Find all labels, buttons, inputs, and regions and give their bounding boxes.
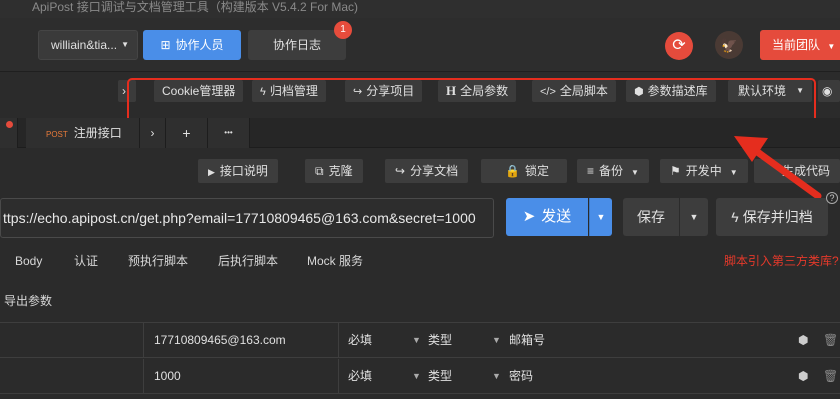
- send-label: 发送: [541, 208, 572, 225]
- params-table: 17710809465@163.com 必填 ▼ 类型 ▼ 邮箱号 ⬢ 🗑 10…: [0, 322, 840, 399]
- type-select[interactable]: 类型: [428, 359, 452, 394]
- save-and-archive-label: 保存并归档: [742, 209, 813, 225]
- action-row: ▶ 接口说明 ⧉ 克隆 ↪ 分享文档 🔒 锁定 ≡ 备份 ▼ ⚑ 开发中 ▼ 生成代码: [0, 156, 840, 186]
- eye-icon[interactable]: ◉: [818, 80, 840, 102]
- save-dropdown-button[interactable]: ▼: [680, 198, 708, 236]
- send-icon: ➤: [522, 208, 536, 225]
- divider: [143, 359, 144, 394]
- notification-badge: 1: [334, 21, 352, 39]
- table-row: 17710809465@163.com 必填 ▼ 类型 ▼ 邮箱号 ⬢ 🗑: [0, 323, 840, 358]
- chevron-down-icon: ▼: [492, 335, 501, 345]
- help-icon[interactable]: ?: [826, 192, 838, 204]
- avatar[interactable]: 🦅: [715, 31, 743, 59]
- lock-label: 锁定: [524, 164, 549, 178]
- sitemap-icon: ⊞: [160, 38, 171, 52]
- generate-code-button[interactable]: 生成代码: [754, 159, 840, 183]
- divider: [338, 359, 339, 394]
- lock-button[interactable]: 🔒 锁定: [481, 159, 567, 183]
- top-bar: williain&tia... ▼ ⊞ 协作人员 协作日志 1 ⟳ 🦅 当前团队 …: [0, 18, 840, 72]
- sync-icon[interactable]: ⟳: [665, 32, 693, 60]
- share-icon: ↪: [395, 164, 406, 178]
- param-description[interactable]: 邮箱号: [509, 323, 545, 358]
- required-select[interactable]: 必填: [348, 323, 372, 358]
- tab-body[interactable]: Body: [15, 248, 42, 274]
- method-badge: POST: [46, 130, 68, 139]
- cube-icon[interactable]: ⬢: [798, 323, 808, 358]
- share-doc-button[interactable]: ↪ 分享文档: [385, 159, 469, 183]
- tab-auth[interactable]: 认证: [74, 248, 98, 274]
- current-team-label: 当前团队: [772, 38, 821, 52]
- play-icon: ▶: [208, 167, 215, 177]
- param-description[interactable]: 密码: [509, 359, 533, 394]
- tab-post-script[interactable]: 后执行脚本: [218, 248, 278, 274]
- bolt-icon: ϟ: [731, 209, 739, 225]
- cube-icon[interactable]: ⬢: [798, 359, 808, 394]
- type-select[interactable]: 类型: [428, 323, 452, 358]
- tab-register[interactable]: POST 注册接口: [26, 118, 140, 148]
- param-value[interactable]: 17710809465@163.com: [154, 323, 286, 358]
- chevron-down-icon: ▼: [827, 42, 836, 51]
- current-team-button[interactable]: 当前团队 ▼: [760, 30, 840, 60]
- backup-label: 备份: [599, 164, 624, 178]
- tab-register-label: 注册接口: [73, 126, 122, 140]
- lock-icon: 🔒: [505, 164, 520, 178]
- tab-mock[interactable]: Mock 服务: [307, 248, 363, 274]
- more-tabs-button[interactable]: •••: [208, 118, 250, 148]
- user-select[interactable]: williain&tia... ▼: [38, 30, 138, 60]
- status-select[interactable]: ⚑ 开发中 ▼: [660, 159, 748, 183]
- chevron-down-icon: ▼: [729, 168, 738, 177]
- param-value[interactable]: 1000: [154, 359, 181, 394]
- window-title: ApiPost 接口调试与文档管理工具（构建版本 V5.4.2 For Mac): [0, 0, 840, 18]
- request-url-row: ttps://echo.apipost.cn/get.php?email=177…: [0, 192, 840, 238]
- clone-icon: ⧉: [315, 164, 324, 178]
- chevron-down-icon: ▼: [492, 371, 501, 381]
- backup-button[interactable]: ≡ 备份 ▼: [577, 159, 649, 183]
- third-party-lib-link[interactable]: 脚本引入第三方类库?: [724, 248, 839, 274]
- tab-unsaved[interactable]: [0, 118, 18, 148]
- chevron-down-icon: ▼: [631, 168, 639, 177]
- send-dropdown-button[interactable]: ▼: [589, 198, 612, 236]
- request-tabs: POST 注册接口 › + •••: [0, 118, 840, 148]
- flag-icon: ⚑: [670, 164, 681, 178]
- save-button[interactable]: 保存: [623, 198, 679, 236]
- export-params-button[interactable]: 导出参数: [4, 290, 52, 312]
- add-tab-button[interactable]: +: [166, 118, 208, 148]
- chevron-down-icon: ▼: [412, 371, 421, 381]
- url-input[interactable]: ttps://echo.apipost.cn/get.php?email=177…: [0, 198, 494, 238]
- collab-members-button[interactable]: ⊞ 协作人员: [143, 30, 241, 60]
- status-label: 开发中: [685, 164, 722, 178]
- unsaved-dot: [6, 121, 13, 128]
- chevron-down-icon: ▼: [121, 40, 129, 49]
- chevron-down-icon: ▼: [412, 335, 421, 345]
- api-doc-label: 接口说明: [219, 164, 268, 178]
- collab-log-label: 协作日志: [272, 38, 321, 52]
- collab-members-label: 协作人员: [175, 38, 224, 52]
- save-and-archive-button[interactable]: ϟ 保存并归档: [716, 198, 828, 236]
- request-subtabs: Body 认证 预执行脚本 后执行脚本 Mock 服务 脚本引入第三方类库?: [0, 248, 840, 274]
- send-button[interactable]: ➤ 发送: [506, 198, 588, 236]
- clone-label: 克隆: [328, 164, 353, 178]
- database-icon: ≡: [587, 164, 595, 178]
- chevron-right-icon[interactable]: ›: [140, 118, 166, 148]
- required-select[interactable]: 必填: [348, 359, 372, 394]
- divider: [338, 323, 339, 358]
- api-doc-button[interactable]: ▶ 接口说明: [198, 159, 278, 183]
- tab-pre-script[interactable]: 预执行脚本: [128, 248, 188, 274]
- collab-log-button[interactable]: 协作日志: [248, 30, 346, 60]
- trash-icon[interactable]: 🗑: [823, 359, 838, 394]
- user-select-label: williain&tia...: [51, 38, 118, 52]
- trash-icon[interactable]: 🗑: [823, 323, 838, 358]
- table-row: 1000 必填 ▼ 类型 ▼ 密码 ⬢ 🗑: [0, 359, 840, 394]
- divider: [143, 323, 144, 358]
- share-doc-label: 分享文档: [410, 164, 459, 178]
- clone-button[interactable]: ⧉ 克隆: [305, 159, 363, 183]
- generate-code-label: 生成代码: [781, 164, 830, 178]
